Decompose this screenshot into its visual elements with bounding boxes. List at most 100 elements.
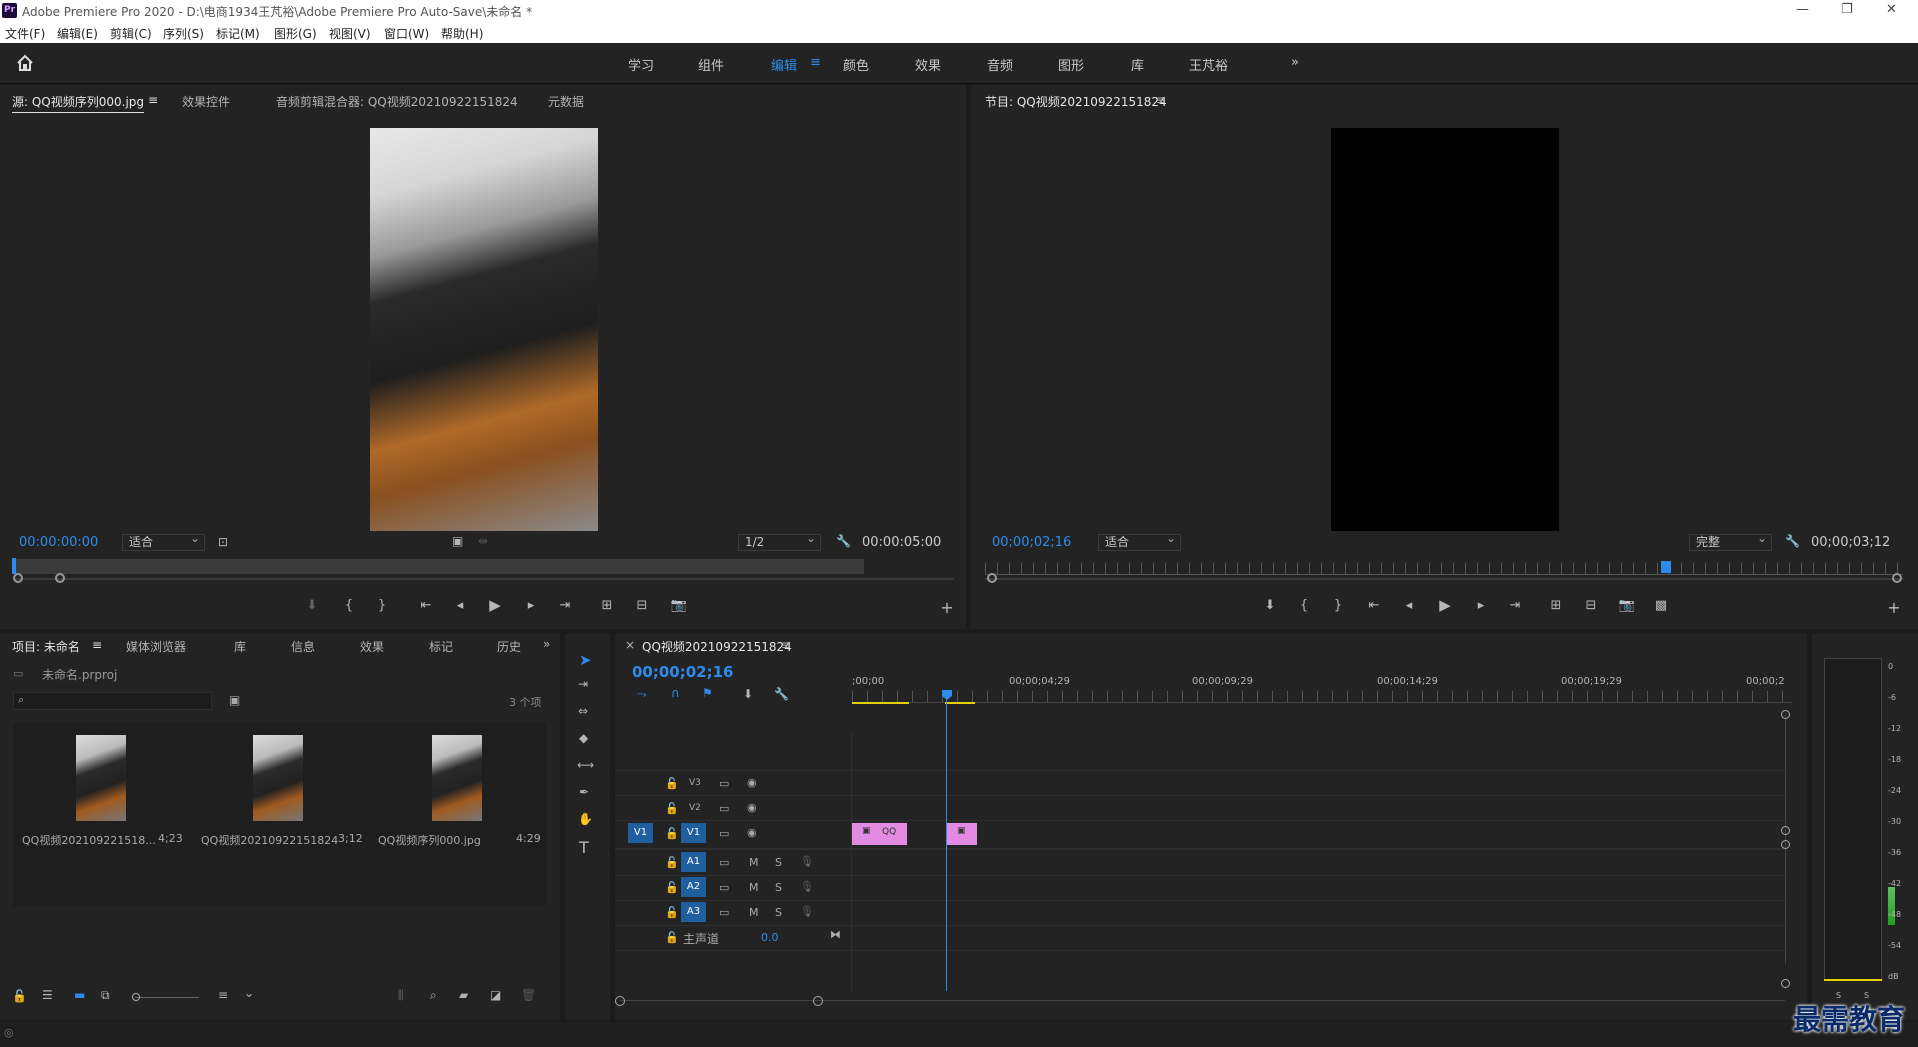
zoom-handle-right[interactable] bbox=[55, 573, 65, 583]
lock-icon[interactable]: 🔓 bbox=[665, 777, 679, 790]
drag-audio-icon[interactable]: ⇹ bbox=[478, 534, 488, 548]
mute-button[interactable]: M bbox=[749, 856, 759, 869]
step-forward-icon[interactable]: ▸ bbox=[522, 598, 540, 613]
menu-graphics[interactable]: 图形(G) bbox=[274, 25, 317, 42]
tab-media-browser[interactable]: 媒体浏览器 bbox=[126, 638, 186, 655]
lock-icon[interactable]: 🔓 bbox=[665, 881, 679, 894]
safe-margins-icon[interactable]: ⊡ bbox=[218, 535, 228, 549]
vertical-scrollbar[interactable] bbox=[1785, 714, 1786, 964]
mark-out-icon[interactable]: } bbox=[373, 598, 391, 613]
scroll-handle[interactable] bbox=[1781, 979, 1790, 988]
program-play-icon[interactable]: ▶ bbox=[1436, 596, 1454, 614]
razor-tool-icon[interactable]: ◆ bbox=[579, 731, 588, 745]
mute-button[interactable]: M bbox=[749, 906, 759, 919]
sync-lock-icon[interactable]: ▭ bbox=[719, 881, 729, 894]
program-tab-menu-icon[interactable]: ≡ bbox=[1156, 93, 1166, 107]
scroll-handle[interactable] bbox=[1781, 840, 1790, 849]
new-search-bin-icon[interactable]: ▣ bbox=[229, 693, 240, 707]
program-settings-wrench-icon[interactable]: 🔧 bbox=[1785, 534, 1800, 548]
maximize-button[interactable]: ❐ bbox=[1841, 2, 1853, 17]
new-item-icon[interactable]: ◪ bbox=[490, 988, 501, 1002]
extract-icon[interactable]: ⊟ bbox=[1582, 598, 1600, 613]
sequence-menu-icon[interactable]: ≡ bbox=[781, 638, 791, 652]
program-export-frame-icon[interactable]: 📷 bbox=[1618, 598, 1636, 613]
track-target-v1[interactable]: V1 bbox=[681, 823, 706, 843]
workspace-effects[interactable]: 效果 bbox=[915, 55, 941, 74]
add-marker-icon[interactable]: ⬇ bbox=[303, 598, 321, 613]
hand-tool-icon[interactable]: ✋ bbox=[578, 812, 593, 826]
lock-icon[interactable]: 🔓 bbox=[665, 802, 679, 815]
lift-icon[interactable]: ⊞ bbox=[1547, 598, 1565, 613]
project-tab-menu-icon[interactable]: ≡ bbox=[92, 638, 102, 652]
eye-icon[interactable]: ◉ bbox=[747, 801, 757, 814]
source-zoom-bar[interactable] bbox=[14, 578, 954, 580]
comparison-view-icon[interactable]: ▩ bbox=[1652, 598, 1670, 613]
lock-icon[interactable]: 🔓 bbox=[665, 906, 679, 919]
insert-icon[interactable]: ⊞ bbox=[598, 598, 616, 613]
project-search-input[interactable]: ⌕ bbox=[13, 692, 212, 710]
program-quality-select[interactable]: 完整 bbox=[1689, 531, 1772, 551]
drag-video-icon[interactable]: ▣ bbox=[452, 534, 463, 548]
tab-effect-controls[interactable]: 效果控件 bbox=[182, 93, 230, 110]
program-step-forward-icon[interactable]: ▸ bbox=[1472, 598, 1490, 613]
video-clip[interactable]: ▣ bbox=[947, 823, 977, 845]
add-marker-timeline-icon[interactable]: ⬇ bbox=[743, 687, 753, 701]
timeline-settings-icon[interactable]: 🔧 bbox=[774, 687, 789, 701]
minimize-button[interactable]: — bbox=[1796, 2, 1809, 17]
menu-help[interactable]: 帮助(H) bbox=[441, 25, 483, 42]
mark-in-icon[interactable]: { bbox=[340, 598, 358, 613]
voiceover-icon[interactable]: 🎙 bbox=[800, 880, 814, 893]
menu-marker[interactable]: 标记(M) bbox=[216, 25, 260, 42]
program-fit-select[interactable]: 适合 bbox=[1098, 531, 1181, 551]
tab-libraries[interactable]: 库 bbox=[234, 638, 246, 655]
hscroll-handle-right[interactable] bbox=[813, 996, 823, 1006]
clear-icon[interactable]: 🗑 bbox=[521, 988, 536, 1002]
lock-icon[interactable]: 🔓 bbox=[12, 989, 27, 1003]
sort-dropdown-icon[interactable]: ⌄ bbox=[244, 986, 254, 1000]
tab-info[interactable]: 信息 bbox=[291, 638, 315, 655]
list-view-icon[interactable]: ☰ bbox=[42, 988, 53, 1002]
type-tool-icon[interactable]: T bbox=[579, 838, 589, 857]
tab-menu-icon[interactable]: ≡ bbox=[148, 93, 158, 107]
voiceover-icon[interactable]: 🎙 bbox=[800, 905, 814, 918]
program-timecode[interactable]: 00;00;02;16 bbox=[992, 535, 1071, 550]
hscroll-handle-left[interactable] bbox=[615, 996, 625, 1006]
program-button-editor-icon[interactable]: + bbox=[1885, 598, 1903, 617]
solo-button[interactable]: S bbox=[775, 856, 782, 869]
close-button[interactable]: ✕ bbox=[1886, 2, 1897, 17]
workspace-color[interactable]: 颜色 bbox=[843, 55, 869, 74]
mute-button[interactable]: M bbox=[749, 881, 759, 894]
export-frame-icon[interactable]: 📷 bbox=[670, 598, 688, 613]
snap-icon[interactable]: ∩ bbox=[671, 686, 680, 700]
menu-window[interactable]: 窗口(W) bbox=[384, 25, 429, 42]
more-tabs-icon[interactable]: » bbox=[543, 637, 550, 651]
voiceover-icon[interactable]: 🎙 bbox=[800, 855, 814, 868]
play-icon[interactable]: ▶ bbox=[486, 596, 504, 614]
horizontal-scrollbar[interactable] bbox=[620, 1000, 1785, 1001]
overwrite-icon[interactable]: ⊟ bbox=[633, 598, 651, 613]
thumbnail-size-slider[interactable] bbox=[135, 997, 199, 998]
sync-lock-icon[interactable]: ▭ bbox=[719, 906, 729, 919]
menu-clip[interactable]: 剪辑(C) bbox=[110, 25, 152, 42]
item-name[interactable]: QQ视频20210922151824 bbox=[201, 832, 338, 848]
workspace-audio[interactable]: 音频 bbox=[987, 55, 1013, 74]
program-mark-in-icon[interactable]: { bbox=[1295, 598, 1313, 613]
workspace-custom[interactable]: 王芃裕 bbox=[1189, 55, 1228, 74]
program-time-ruler[interactable] bbox=[985, 563, 1903, 575]
sync-lock-icon[interactable]: ▭ bbox=[719, 802, 729, 815]
source-resolution-select[interactable]: 1/2 bbox=[738, 531, 821, 551]
solo-button[interactable]: S bbox=[775, 906, 782, 919]
menu-edit[interactable]: 编辑(E) bbox=[57, 25, 98, 42]
tab-source[interactable]: 源: QQ视频序列000.jpg bbox=[12, 93, 145, 113]
workspace-learning[interactable]: 学习 bbox=[628, 55, 654, 74]
lock-icon[interactable]: 🔓 bbox=[665, 856, 679, 869]
program-go-to-in-icon[interactable]: ⇤ bbox=[1365, 598, 1383, 613]
go-to-next-edit-icon[interactable]: ⧓ bbox=[830, 928, 841, 941]
thumbnail-3[interactable] bbox=[432, 735, 482, 821]
master-volume[interactable]: 0.0 bbox=[761, 931, 779, 944]
source-fit-select[interactable]: 适合 bbox=[122, 531, 205, 551]
track-select-tool-icon[interactable]: ⇥ bbox=[578, 677, 588, 691]
slider-handle[interactable] bbox=[132, 993, 140, 1001]
tab-program[interactable]: 节目: QQ视频20210922151824 bbox=[985, 93, 1167, 110]
freeform-view-icon[interactable]: ⧉ bbox=[101, 988, 110, 1003]
